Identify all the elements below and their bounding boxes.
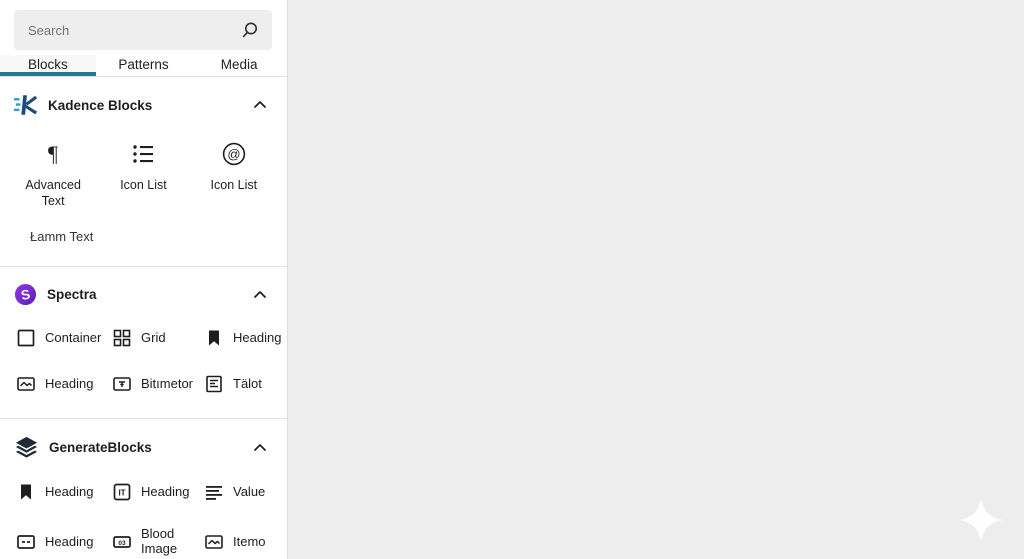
spectra-logo-icon: S <box>14 283 37 306</box>
search-box[interactable] <box>14 10 272 50</box>
block-item-label: Value <box>233 483 266 499</box>
block-item-grid[interactable]: Grid <box>110 316 202 360</box>
image-icon <box>204 532 224 552</box>
bookmark-icon <box>16 482 36 502</box>
block-item-label: Heading <box>141 483 190 499</box>
block-item-heading-bookmark[interactable]: Heading <box>14 470 110 514</box>
pilcrow-icon: ¶ <box>40 141 66 167</box>
section-generateblocks: GenerateBlocks Heading IT Heading Value … <box>0 419 287 559</box>
inserter-tabs: Blocks Patterns Media <box>0 55 288 77</box>
search-input[interactable] <box>14 22 272 38</box>
section-header-kadence[interactable]: Kadence Blocks <box>0 77 287 125</box>
block-item-label: Icon List <box>120 178 167 192</box>
spectra-block-grid: Container Grid Heading Heading Bitımetor… <box>0 314 287 406</box>
section-spectra: S Spectra Container Grid Heading Heading… <box>0 267 287 420</box>
block-item-label: Heading <box>45 533 94 549</box>
section-title: Kadence Blocks <box>48 97 153 113</box>
block-item-advanced-text[interactable]: ¶ Advanced Text <box>8 131 98 217</box>
block-item-label: Heading <box>45 375 94 391</box>
block-item-label: Blood Image <box>141 526 178 557</box>
block-item-itemo[interactable]: Itemo <box>202 516 281 559</box>
block-item-label: Bitımetor <box>141 375 194 391</box>
generateblocks-block-grid: Heading IT Heading Value Heading 03 Bloo… <box>0 468 287 559</box>
block-item-label: Tälot <box>233 375 262 391</box>
media-box-icon: 03 <box>112 532 132 552</box>
text-doc-icon <box>204 374 224 394</box>
block-item-talot[interactable]: Tälot <box>202 362 283 406</box>
tab-blocks[interactable]: Blocks <box>0 55 96 76</box>
block-item-label: Advanced Text <box>25 178 81 208</box>
block-item-blood-image[interactable]: 03 Blood Image <box>110 516 202 559</box>
dash-box-icon <box>16 532 36 552</box>
block-item-heading-it[interactable]: IT Heading <box>110 470 202 514</box>
section-header-generateblocks[interactable]: GenerateBlocks <box>0 419 287 468</box>
svg-text:IT: IT <box>118 489 125 498</box>
generateblocks-logo-icon <box>14 435 39 460</box>
editor-canvas <box>289 0 1024 559</box>
block-item-label: Icon List <box>210 178 258 192</box>
block-item-icon-list[interactable]: Icon List <box>98 131 188 217</box>
chevron-up-icon[interactable] <box>251 96 269 114</box>
svg-text:@: @ <box>227 147 240 162</box>
block-item-label: Itemo <box>233 533 266 549</box>
lines-icon <box>204 482 224 502</box>
container-icon <box>16 328 36 348</box>
icon-list-icon <box>130 141 156 167</box>
tab-patterns[interactable]: Patterns <box>95 55 192 76</box>
chevron-up-icon[interactable] <box>251 286 269 304</box>
block-item-label: Grid <box>141 329 166 345</box>
section-title: GenerateBlocks <box>49 440 152 456</box>
button-icon <box>112 374 132 394</box>
it-box-icon: IT <box>112 482 132 502</box>
sparkle-icon[interactable] <box>959 498 1003 542</box>
bookmark-icon <box>204 328 224 348</box>
section-header-spectra[interactable]: S Spectra <box>0 267 287 314</box>
block-inserter-sidebar: Blocks Patterns Media Kadence Blocks <box>0 0 288 559</box>
block-item-heading-dash[interactable]: Heading <box>14 516 110 559</box>
kadence-logo-icon <box>14 93 38 117</box>
block-item-heading-bookmark[interactable]: Heading <box>202 316 283 360</box>
section-kadence-blocks: Kadence Blocks ¶ Advanced Text Icon List… <box>0 77 287 268</box>
search-icon <box>240 20 260 40</box>
section-title: Spectra <box>47 287 97 303</box>
block-item-label: Container <box>45 329 102 345</box>
circle-at-icon: @ <box>221 141 247 167</box>
block-item-container[interactable]: Container <box>14 316 110 360</box>
svg-text:¶: ¶ <box>48 141 58 166</box>
chevron-up-icon[interactable] <box>251 439 269 457</box>
search-row <box>0 0 287 55</box>
tab-media[interactable]: Media <box>191 55 288 76</box>
lamm-text-label: Łamm Text <box>30 229 94 245</box>
svg-text:03: 03 <box>118 540 126 547</box>
block-item-label: Heading <box>45 483 94 499</box>
block-item-bitimetor[interactable]: Bitımetor <box>110 362 202 406</box>
kadence-block-grid: ¶ Advanced Text Icon List @ Icon List <box>0 125 287 217</box>
block-item-value[interactable]: Value <box>202 470 281 514</box>
image-icon <box>16 374 36 394</box>
block-item-icon-list-2[interactable]: @ Icon List <box>189 131 279 217</box>
block-item-heading-image[interactable]: Heading <box>14 362 110 406</box>
grid-icon <box>112 328 132 348</box>
block-item-label: Heading <box>233 329 282 345</box>
